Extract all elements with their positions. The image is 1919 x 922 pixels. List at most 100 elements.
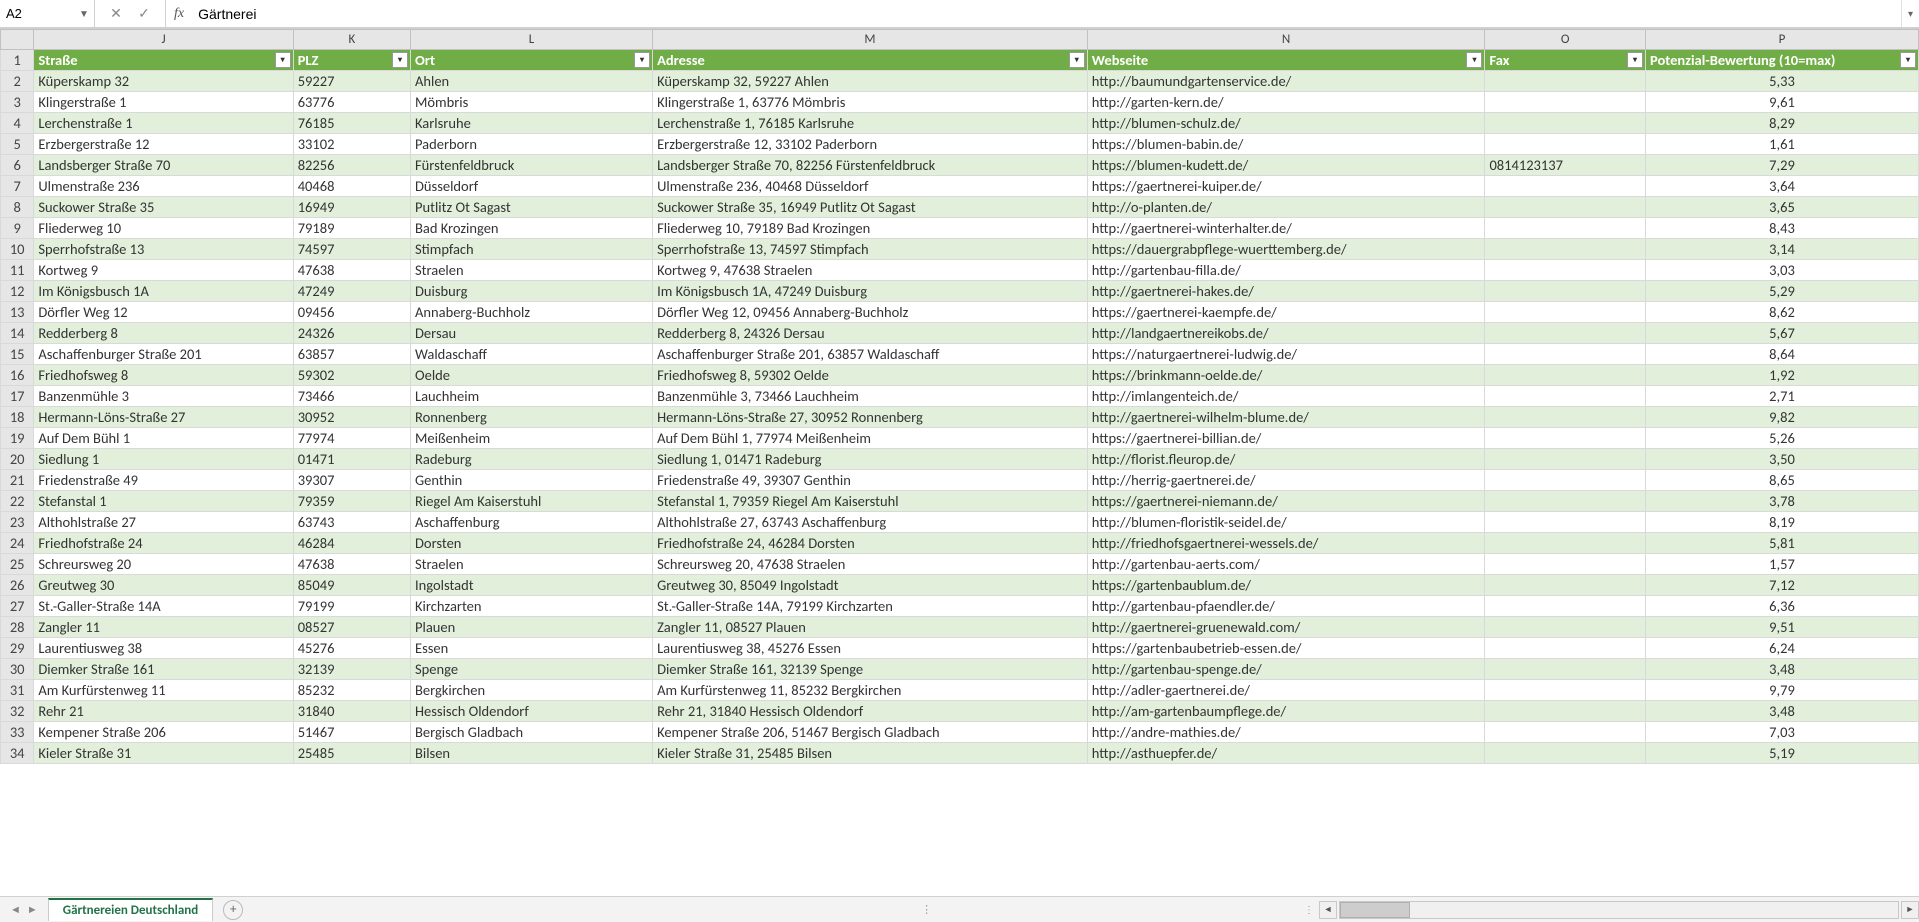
cell-K[interactable]: 51467 bbox=[293, 722, 410, 743]
cell-J[interactable]: Hermann-Löns-Straße 27 bbox=[34, 407, 293, 428]
cell-J[interactable]: Kempener Straße 206 bbox=[34, 722, 293, 743]
filter-icon[interactable]: ▾ bbox=[1069, 52, 1085, 68]
fx-icon[interactable]: fx bbox=[166, 6, 192, 22]
cell-O[interactable] bbox=[1485, 365, 1646, 386]
cell-J[interactable]: Aschaffenburger Straße 201 bbox=[34, 344, 293, 365]
cell-P[interactable]: 1,92 bbox=[1646, 365, 1919, 386]
cell-P[interactable]: 9,79 bbox=[1646, 680, 1919, 701]
col-header-P[interactable]: P bbox=[1646, 30, 1919, 50]
cell-L[interactable]: Aschaffenburg bbox=[411, 512, 653, 533]
cell-K[interactable]: 47638 bbox=[293, 554, 410, 575]
cell-L[interactable]: Bilsen bbox=[411, 743, 653, 764]
cell-N[interactable]: http://adler-gaertnerei.de/ bbox=[1087, 680, 1485, 701]
cell-K[interactable]: 79199 bbox=[293, 596, 410, 617]
cell-L[interactable]: Dorsten bbox=[411, 533, 653, 554]
cell-M[interactable]: Klingerstraße 1, 63776 Mömbris bbox=[653, 92, 1088, 113]
formula-expand-icon[interactable]: ▾ bbox=[1901, 0, 1919, 27]
cell-N[interactable]: http://gartenbau-aerts.com/ bbox=[1087, 554, 1485, 575]
cell-K[interactable]: 77974 bbox=[293, 428, 410, 449]
row-header[interactable]: 29 bbox=[1, 638, 34, 659]
cell-P[interactable]: 5,26 bbox=[1646, 428, 1919, 449]
cell-L[interactable]: Plauen bbox=[411, 617, 653, 638]
cell-L[interactable]: Essen bbox=[411, 638, 653, 659]
cell-K[interactable]: 82256 bbox=[293, 155, 410, 176]
cell-J[interactable]: Friedenstraße 49 bbox=[34, 470, 293, 491]
filter-icon[interactable]: ▾ bbox=[1627, 52, 1643, 68]
cell-N[interactable]: http://baumundgartenservice.de/ bbox=[1087, 71, 1485, 92]
cell-P[interactable]: 8,62 bbox=[1646, 302, 1919, 323]
cell-P[interactable]: 3,65 bbox=[1646, 197, 1919, 218]
cell-K[interactable]: 40468 bbox=[293, 176, 410, 197]
cell-K[interactable]: 31840 bbox=[293, 701, 410, 722]
cell-O[interactable] bbox=[1485, 239, 1646, 260]
cell-K[interactable]: 24326 bbox=[293, 323, 410, 344]
col-header-N[interactable]: N bbox=[1087, 30, 1485, 50]
cell-P[interactable]: 8,43 bbox=[1646, 218, 1919, 239]
cell-P[interactable]: 7,12 bbox=[1646, 575, 1919, 596]
cell-J[interactable]: Redderberg 8 bbox=[34, 323, 293, 344]
cell-P[interactable]: 1,61 bbox=[1646, 134, 1919, 155]
cell-N[interactable]: https://blumen-kudett.de/ bbox=[1087, 155, 1485, 176]
cell-L[interactable]: Ahlen bbox=[411, 71, 653, 92]
cell-K[interactable]: 08527 bbox=[293, 617, 410, 638]
cell-M[interactable]: Greutweg 30, 85049 Ingolstadt bbox=[653, 575, 1088, 596]
row-header[interactable]: 18 bbox=[1, 407, 34, 428]
cell-P[interactable]: 3,48 bbox=[1646, 701, 1919, 722]
cell-N[interactable]: https://gaertnerei-kuiper.de/ bbox=[1087, 176, 1485, 197]
cell-P[interactable]: 9,61 bbox=[1646, 92, 1919, 113]
sheet-tab-active[interactable]: Gärtnereien Deutschland bbox=[48, 898, 213, 921]
cell-P[interactable]: 8,65 bbox=[1646, 470, 1919, 491]
cell-K[interactable]: 85049 bbox=[293, 575, 410, 596]
cell-O[interactable] bbox=[1485, 197, 1646, 218]
cell-L[interactable]: Meißenheim bbox=[411, 428, 653, 449]
row-header[interactable]: 33 bbox=[1, 722, 34, 743]
cell-M[interactable]: Am Kurfürstenweg 11, 85232 Bergkirchen bbox=[653, 680, 1088, 701]
row-header[interactable]: 2 bbox=[1, 71, 34, 92]
cell-K[interactable]: 47249 bbox=[293, 281, 410, 302]
row-header[interactable]: 8 bbox=[1, 197, 34, 218]
cell-M[interactable]: St.-Galler-Straße 14A, 79199 Kirchzarten bbox=[653, 596, 1088, 617]
cell-N[interactable]: http://andre-mathies.de/ bbox=[1087, 722, 1485, 743]
cell-L[interactable]: Spenge bbox=[411, 659, 653, 680]
cell-P[interactable]: 8,19 bbox=[1646, 512, 1919, 533]
row-header[interactable]: 34 bbox=[1, 743, 34, 764]
spreadsheet-grid[interactable]: J K L M N O P 1 Straße▾ PLZ▾ Ort▾ Adress… bbox=[0, 28, 1919, 896]
col-header-O[interactable]: O bbox=[1485, 30, 1646, 50]
cell-O[interactable] bbox=[1485, 218, 1646, 239]
cell-K[interactable]: 32139 bbox=[293, 659, 410, 680]
row-header[interactable]: 1 bbox=[1, 50, 34, 71]
cell-N[interactable]: https://gaertnerei-billian.de/ bbox=[1087, 428, 1485, 449]
cell-P[interactable]: 5,33 bbox=[1646, 71, 1919, 92]
row-header[interactable]: 27 bbox=[1, 596, 34, 617]
cell-N[interactable]: http://friedhofsgaertnerei-wessels.de/ bbox=[1087, 533, 1485, 554]
cell-O[interactable] bbox=[1485, 575, 1646, 596]
cell-O[interactable] bbox=[1485, 533, 1646, 554]
cell-L[interactable]: Waldaschaff bbox=[411, 344, 653, 365]
cell-J[interactable]: Dörfler Weg 12 bbox=[34, 302, 293, 323]
cell-J[interactable]: Diemker Straße 161 bbox=[34, 659, 293, 680]
cell-M[interactable]: Küperskamp 32, 59227 Ahlen bbox=[653, 71, 1088, 92]
col-header-J[interactable]: J bbox=[34, 30, 293, 50]
cell-J[interactable]: Landsberger Straße 70 bbox=[34, 155, 293, 176]
cell-O[interactable] bbox=[1485, 323, 1646, 344]
cell-L[interactable]: Oelde bbox=[411, 365, 653, 386]
cell-M[interactable]: Kieler Straße 31, 25485 Bilsen bbox=[653, 743, 1088, 764]
cell-K[interactable]: 74597 bbox=[293, 239, 410, 260]
cell-L[interactable]: Hessisch Oldendorf bbox=[411, 701, 653, 722]
cell-J[interactable]: Küperskamp 32 bbox=[34, 71, 293, 92]
cell-L[interactable]: Dersau bbox=[411, 323, 653, 344]
cell-M[interactable]: Fliederweg 10, 79189 Bad Krozingen bbox=[653, 218, 1088, 239]
cell-O[interactable] bbox=[1485, 680, 1646, 701]
cell-L[interactable]: Ingolstadt bbox=[411, 575, 653, 596]
cell-N[interactable]: http://gartenbau-spenge.de/ bbox=[1087, 659, 1485, 680]
cell-P[interactable]: 1,57 bbox=[1646, 554, 1919, 575]
row-header[interactable]: 19 bbox=[1, 428, 34, 449]
cell-J[interactable]: Friedhofsweg 8 bbox=[34, 365, 293, 386]
cell-N[interactable]: http://gaertnerei-wilhelm-blume.de/ bbox=[1087, 407, 1485, 428]
cell-N[interactable]: https://gaertnerei-kaempfe.de/ bbox=[1087, 302, 1485, 323]
cell-J[interactable]: Kieler Straße 31 bbox=[34, 743, 293, 764]
header-potenzial[interactable]: Potenzial-Bewertung (10=max)▾ bbox=[1646, 50, 1919, 71]
row-header[interactable]: 23 bbox=[1, 512, 34, 533]
cell-J[interactable]: Zangler 11 bbox=[34, 617, 293, 638]
cell-M[interactable]: Landsberger Straße 70, 82256 Fürstenfeld… bbox=[653, 155, 1088, 176]
